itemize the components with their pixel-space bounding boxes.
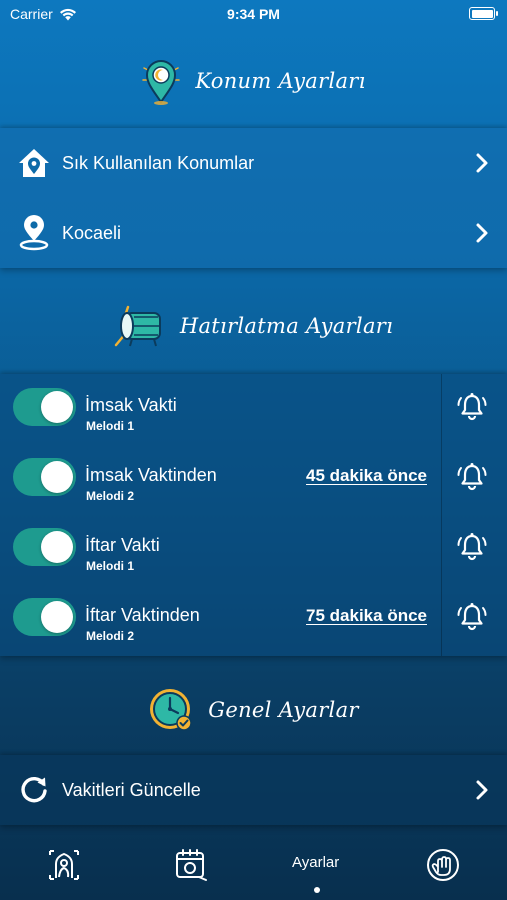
prayer-icon — [49, 850, 79, 880]
reminder-offset[interactable]: 75 dakika önce — [306, 606, 427, 626]
bell-icon[interactable] — [456, 601, 488, 633]
chevron-right-icon — [475, 152, 489, 174]
tab-calendar[interactable] — [171, 845, 211, 885]
reminder-toggle[interactable] — [13, 598, 76, 636]
location-panel: Sık Kullanılan Konumlar Kocaeli — [0, 128, 507, 268]
reminders-section-title: Hatırlatma Ayarları — [179, 314, 394, 338]
reminder-row: İftar Vaktinden Melodi 2 75 dakika önce — [0, 584, 507, 654]
tab-dua[interactable] — [423, 845, 463, 885]
reminder-row: İmsak Vakti Melodi 1 — [0, 374, 507, 444]
reminders-panel: İmsak Vakti Melodi 1 İmsak Vaktinden Mel… — [0, 374, 507, 656]
chevron-right-icon — [475, 779, 489, 801]
general-section-title: Genel Ayarlar — [208, 698, 359, 722]
reminder-toggle[interactable] — [13, 528, 76, 566]
active-tab-indicator — [314, 887, 320, 893]
reminder-melody[interactable]: Melodi 1 — [86, 419, 134, 433]
favorite-locations-label: Sık Kullanılan Konumlar — [62, 152, 255, 173]
general-section-header: Genel Ayarlar — [0, 684, 507, 736]
reminder-melody[interactable]: Melodi 2 — [86, 489, 134, 503]
reminders-section-header: Hatırlatma Ayarları — [0, 300, 507, 352]
favorite-locations-row[interactable]: Sık Kullanılan Konumlar — [0, 128, 507, 198]
refresh-times-row[interactable]: Vakitleri Güncelle — [0, 755, 507, 825]
reminder-name: İmsak Vaktinden — [85, 465, 217, 485]
location-section-title: Konum Ayarları — [195, 69, 366, 93]
drum-icon — [114, 305, 161, 347]
reminder-melody[interactable]: Melodi 2 — [86, 629, 134, 643]
hand-icon — [427, 849, 459, 881]
reminder-melody[interactable]: Melodi 1 — [86, 559, 134, 573]
reminder-name: İftar Vaktinden — [85, 605, 200, 625]
bell-icon[interactable] — [456, 461, 488, 493]
reminder-toggle[interactable] — [13, 388, 76, 426]
reminder-toggle[interactable] — [13, 458, 76, 496]
bell-icon[interactable] — [456, 391, 488, 423]
status-time: 9:34 PM — [227, 6, 280, 22]
reminder-offset[interactable]: 45 dakika önce — [306, 466, 427, 486]
clock-icon — [150, 689, 193, 731]
refresh-icon — [16, 772, 52, 808]
reminder-name: İmsak Vakti — [85, 395, 177, 415]
chevron-right-icon — [475, 222, 489, 244]
tab-bar: Ayarlar — [0, 827, 507, 900]
current-location-label: Kocaeli — [62, 222, 122, 243]
status-bar: Carrier 9:34 PM — [0, 0, 507, 28]
tab-prayer[interactable] — [44, 845, 84, 885]
tab-settings[interactable]: Ayarlar — [292, 854, 339, 871]
general-panel: Vakitleri Güncelle — [0, 755, 507, 825]
house-pin-icon — [16, 145, 52, 181]
refresh-times-label: Vakitleri Güncelle — [62, 779, 201, 800]
map-pin-icon — [16, 215, 52, 251]
reminder-row: İftar Vakti Melodi 1 — [0, 514, 507, 584]
bell-icon[interactable] — [456, 531, 488, 563]
reminder-row: İmsak Vaktinden Melodi 2 45 dakika önce — [0, 444, 507, 514]
calendar-icon — [176, 849, 207, 881]
location-section-header: Konum Ayarları — [0, 55, 507, 107]
reminder-name: İftar Vakti — [85, 535, 160, 555]
battery-icon — [469, 7, 498, 20]
location-pin-icon — [142, 60, 181, 105]
current-location-row[interactable]: Kocaeli — [0, 198, 507, 268]
